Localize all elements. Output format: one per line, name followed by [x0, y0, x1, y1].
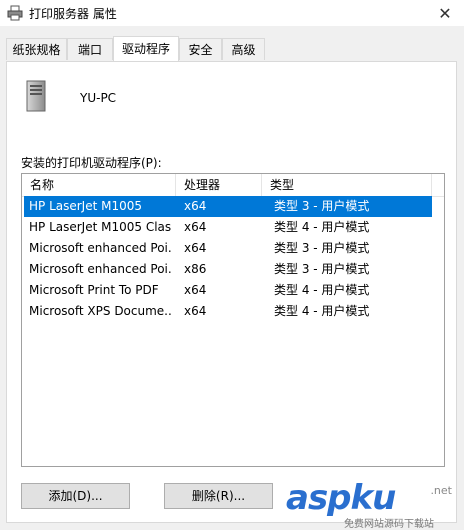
installed-drivers-label: 安装的打印机驱动程序(P): [21, 156, 162, 170]
tab-ports[interactable]: 端口 [67, 38, 113, 60]
tab-advanced[interactable]: 高级 [222, 38, 265, 60]
computer-name: YU-PC [80, 91, 117, 105]
driver-name: HP LaserJet M1005 Clas... [29, 220, 172, 234]
drivers-panel: YU-PC 安装的打印机驱动程序(P): 名称 处理器 类型 HP LaserJ… [6, 61, 457, 523]
driver-processor: x64 [184, 283, 207, 297]
tab-drivers[interactable]: 驱动程序 [113, 36, 179, 61]
watermark-domain: .net [430, 484, 452, 497]
driver-type: 类型 4 - 用户模式 [274, 304, 370, 318]
column-header-processor[interactable]: 处理器 [176, 174, 262, 196]
list-header: 名称 处理器 类型 [22, 174, 444, 197]
driver-row[interactable]: HP LaserJet M1005 x64 类型 3 - 用户模式 [22, 196, 444, 217]
driver-row[interactable]: Microsoft XPS Docume... x64 类型 4 - 用户模式 [22, 301, 444, 322]
driver-type: 类型 4 - 用户模式 [274, 220, 370, 234]
driver-row[interactable]: Microsoft Print To PDF x64 类型 4 - 用户模式 [22, 280, 444, 301]
driver-processor: x64 [184, 241, 207, 255]
add-driver-button[interactable]: 添加(D)... [21, 483, 130, 509]
window-title: 打印服务器 属性 [29, 7, 117, 21]
watermark-tagline: 免费网站源码下载站 [344, 519, 434, 530]
driver-name: Microsoft enhanced Poi... [29, 262, 172, 276]
driver-name: Microsoft enhanced Poi... [29, 241, 172, 255]
driver-type: 类型 3 - 用户模式 [274, 199, 370, 213]
driver-row[interactable]: HP LaserJet M1005 Clas... x64 类型 4 - 用户模… [22, 217, 444, 238]
driver-name: Microsoft XPS Docume... [29, 304, 172, 318]
driver-type: 类型 3 - 用户模式 [274, 241, 370, 255]
driver-processor: x64 [184, 304, 207, 318]
close-icon: ✕ [438, 3, 452, 23]
drivers-list[interactable]: 名称 处理器 类型 HP LaserJet M1005 x64 类型 3 - 用… [21, 173, 445, 467]
printer-icon [7, 5, 23, 21]
driver-processor: x64 [184, 199, 207, 213]
driver-name: Microsoft Print To PDF [29, 283, 159, 297]
driver-name: HP LaserJet M1005 [29, 199, 143, 213]
close-button[interactable]: ✕ [434, 2, 456, 24]
computer-tower-icon [26, 80, 46, 112]
driver-row[interactable]: Microsoft enhanced Poi... x64 类型 3 - 用户模… [22, 238, 444, 259]
driver-type: 类型 4 - 用户模式 [274, 283, 370, 297]
watermark-brand: aspku [286, 478, 396, 518]
remove-driver-button[interactable]: 删除(R)... [164, 483, 273, 509]
driver-processor: x64 [184, 220, 207, 234]
column-header-name[interactable]: 名称 [22, 174, 176, 196]
title-bar: 打印服务器 属性 ✕ [0, 0, 464, 26]
tab-security[interactable]: 安全 [179, 38, 222, 60]
driver-processor: x86 [184, 262, 207, 276]
tab-paper-sizes[interactable]: 纸张规格 [6, 38, 67, 60]
driver-type: 类型 3 - 用户模式 [274, 262, 370, 276]
column-header-type[interactable]: 类型 [262, 174, 432, 196]
site-watermark: aspku .net 免费网站源码下载站 [286, 478, 454, 530]
driver-row[interactable]: Microsoft enhanced Poi... x86 类型 3 - 用户模… [22, 259, 444, 280]
